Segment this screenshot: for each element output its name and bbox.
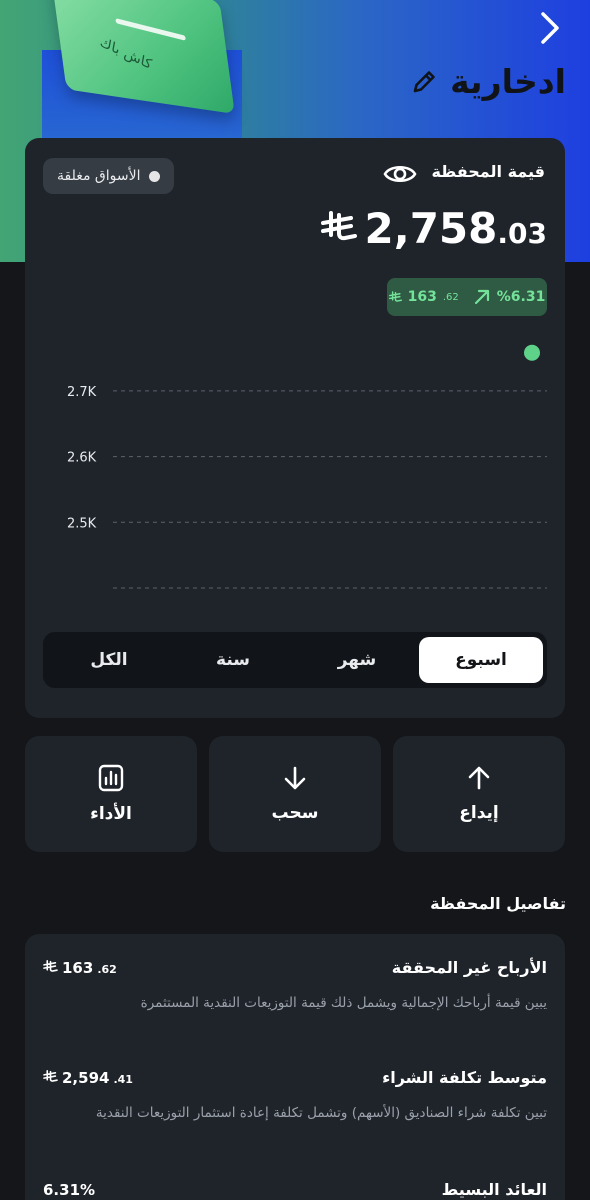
detail-value: 2,594.41 [43, 1069, 133, 1087]
detail-description: يبين قيمة أرباحك الإجمالية ويشمل ذلك قيم… [140, 995, 547, 1011]
detail-value: 6.31% [43, 1180, 96, 1199]
page-title: ادخارية [410, 62, 566, 101]
status-dot [148, 170, 160, 182]
portfolio-details-card: الأرباح غير المحققة 163.62 يبين قيمة أرب… [25, 934, 565, 1200]
performance-button[interactable]: الأداء [25, 736, 197, 852]
detail-value: 163.62 [43, 959, 117, 977]
detail-row-simple-return: العائد البسيط 6.31% [43, 1180, 547, 1199]
toggle-visibility-button[interactable] [383, 160, 417, 192]
detail-row-avg-cost: متوسط تكلفة الشراء 2,594.41 تبين تكلفة ش… [43, 1068, 547, 1125]
detail-value-int: 2,594 [62, 1068, 110, 1087]
detail-value-int: 163 [62, 958, 94, 977]
y-tick-label: 2.6K [67, 451, 97, 466]
detail-title: الأرباح غير المحققة [391, 958, 547, 977]
tab-all[interactable]: الكل [47, 637, 171, 683]
deposit-label: إيداع [459, 803, 499, 823]
portfolio-value-int: 2,758 [364, 204, 498, 253]
portfolio-value-label: قيمة المحفظة [431, 162, 545, 181]
detail-value-dec: .41 [113, 1072, 133, 1086]
range-tabs: اسبوع شهر سنة الكل [43, 632, 547, 688]
detail-title: العائد البسيط [441, 1180, 547, 1199]
portfolio-value: 2,758 .03 [320, 204, 547, 253]
back-button[interactable] [532, 10, 568, 46]
edit-pencil-icon[interactable] [410, 68, 438, 96]
tab-week[interactable]: اسبوع [419, 637, 543, 683]
y-tick-label: 2.7K [67, 385, 97, 400]
tab-month[interactable]: شهر [295, 637, 419, 683]
chevron-right-icon [541, 12, 559, 44]
detail-description: تبين تكلفة شراء الصناديق (الأسهم) وتشمل … [95, 1105, 547, 1121]
current-value-point [524, 344, 540, 361]
performance-label: الأداء [90, 804, 132, 824]
eye-icon [383, 165, 417, 183]
change-percent: %6.31 [496, 289, 546, 305]
details-section-title: تفاصيل المحفظة [430, 894, 566, 913]
deposit-button[interactable]: إيداع [393, 736, 565, 852]
detail-value-dec: .62 [97, 962, 117, 976]
tab-year[interactable]: سنة [171, 637, 295, 683]
portfolio-value-dec: .03 [497, 217, 547, 250]
withdraw-label: سحب [271, 803, 319, 823]
riyal-icon [320, 211, 357, 241]
arrow-down-icon [284, 766, 306, 790]
page-title-text: ادخارية [450, 62, 566, 101]
arrow-up-right-icon [474, 289, 489, 305]
portfolio-card: الأسواق مغلقة قيمة المحفظة 2,758 .03 163… [25, 138, 565, 718]
change-amount-dec: .62 [442, 291, 459, 303]
cashback-box-illustration: كاش باك [30, 0, 260, 160]
riyal-icon [43, 959, 58, 972]
change-badge: 163 .62 %6.31 [387, 278, 547, 316]
change-amount-int: 163 [407, 289, 437, 305]
coin-slot [115, 18, 186, 41]
riyal-icon [43, 1069, 58, 1082]
y-tick-label: 2.5K [67, 516, 97, 531]
market-status-badge: الأسواق مغلقة [43, 158, 174, 194]
withdraw-button[interactable]: سحب [209, 736, 381, 852]
detail-row-unrealized: الأرباح غير المحققة 163.62 يبين قيمة أرب… [43, 958, 547, 1015]
portfolio-chart: 2.7K 2.6K 2.5K [62, 344, 547, 589]
detail-title: متوسط تكلفة الشراء [382, 1068, 547, 1087]
riyal-icon [388, 291, 402, 302]
market-status-text: الأسواق مغلقة [57, 168, 141, 184]
bar-chart-icon [98, 764, 124, 792]
brand-text: كاش باك [98, 34, 153, 73]
arrow-up-icon [468, 766, 490, 790]
